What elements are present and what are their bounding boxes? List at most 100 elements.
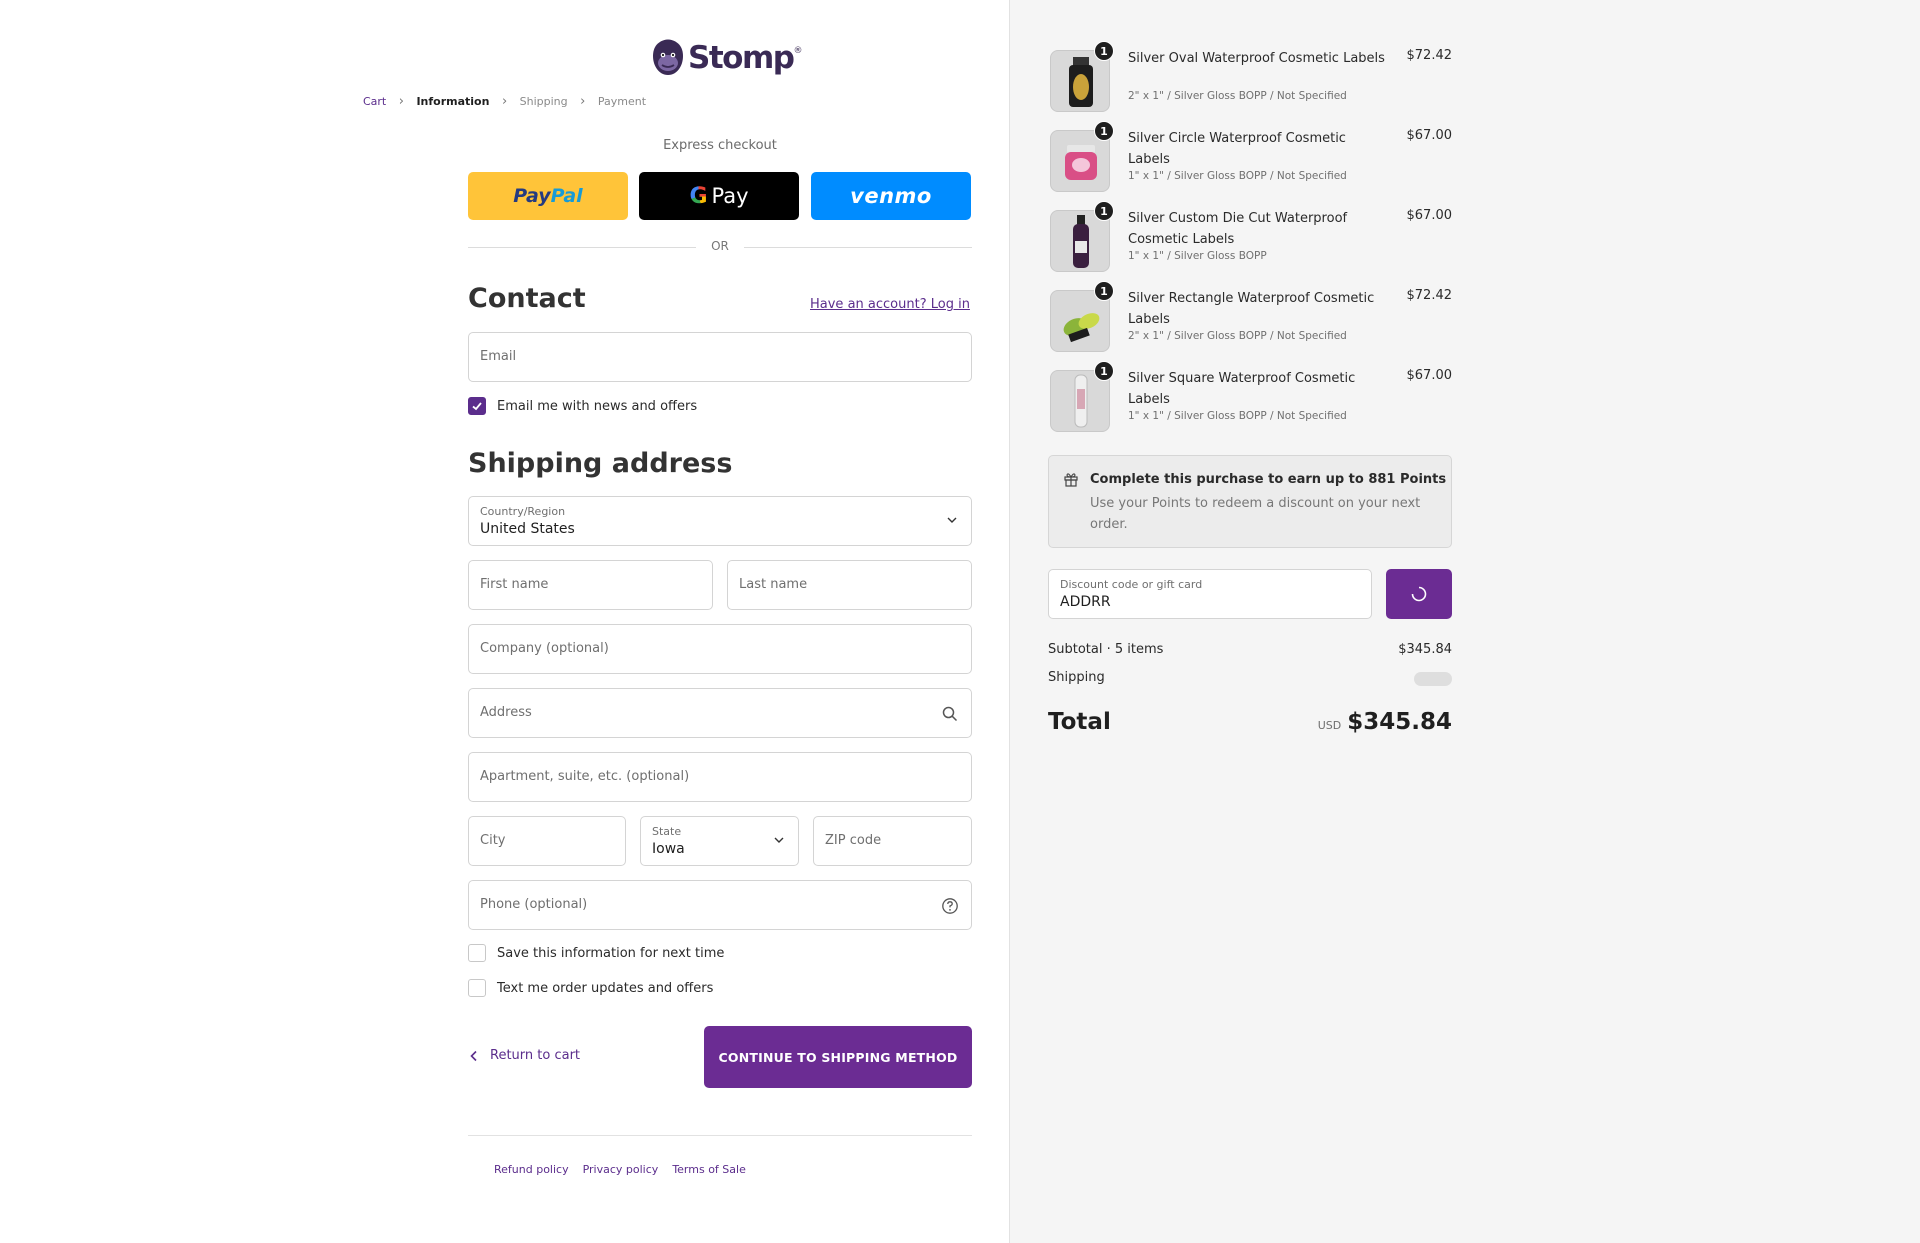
- city-field[interactable]: City: [468, 816, 626, 866]
- item-name: Silver Custom Die Cut Waterproof Cosmeti…: [1128, 211, 1348, 247]
- shipping-loading-placeholder: [1414, 672, 1452, 686]
- state-value: Iowa: [652, 841, 685, 857]
- discount-value: ADDRR: [1060, 594, 1111, 610]
- item-price: $67.00: [1406, 368, 1453, 383]
- discount-label: Discount code or gift card: [1060, 578, 1203, 591]
- total-value: $345.84: [1347, 709, 1452, 735]
- chevron-left-icon: [470, 1050, 477, 1061]
- apartment-field[interactable]: Apartment, suite, etc. (optional): [468, 752, 972, 802]
- total-currency: USD: [1317, 719, 1342, 732]
- email-field[interactable]: Email: [468, 332, 972, 382]
- first-name-field[interactable]: First name: [468, 560, 713, 610]
- sms-row[interactable]: Text me order updates and offers: [468, 979, 713, 997]
- help-circle-icon[interactable]: [941, 897, 959, 915]
- checkmark-icon: [472, 402, 482, 411]
- address-field[interactable]: Address: [468, 688, 972, 738]
- save-info-row[interactable]: Save this information for next time: [468, 944, 724, 962]
- item-variant: 1" x 1" / Silver Gloss BOPP / Not Specif…: [1128, 410, 1347, 422]
- quantity-badge: 1: [1094, 281, 1114, 301]
- item-variant: 2" x 1" / Silver Gloss BOPP / Not Specif…: [1128, 90, 1347, 102]
- venmo-button[interactable]: venmo: [811, 172, 971, 220]
- breadcrumb-information: Information: [416, 95, 490, 108]
- subtotal-row: Subtotal · 5 items $345.84: [1048, 642, 1452, 657]
- quantity-badge: 1: [1094, 361, 1114, 381]
- item-name: Silver Oval Waterproof Cosmetic Labels: [1128, 51, 1385, 66]
- shipping-address-heading: Shipping address: [468, 448, 733, 479]
- newsletter-checkbox-row[interactable]: Email me with news and offers: [468, 397, 697, 415]
- chevron-right-icon: ›: [580, 94, 586, 109]
- google-pay-button[interactable]: G Pay: [639, 172, 799, 220]
- points-banner: Complete this purchase to earn up to 881…: [1048, 455, 1452, 548]
- save-info-checkbox[interactable]: [468, 944, 486, 962]
- shipping-label: Shipping: [1048, 670, 1105, 685]
- sms-label: Text me order updates and offers: [497, 980, 714, 996]
- sms-checkbox[interactable]: [468, 979, 486, 997]
- paypal-logo-pal: Pal: [550, 185, 583, 207]
- address-placeholder: Address: [480, 705, 532, 720]
- breadcrumb-cart[interactable]: Cart: [363, 95, 386, 108]
- return-to-cart-label: Return to cart: [490, 1048, 581, 1063]
- store-logo[interactable]: Stomp ®: [650, 36, 802, 80]
- subtotal-value: $345.84: [1398, 642, 1452, 657]
- paypal-button[interactable]: PayPal: [468, 172, 628, 220]
- item-name: Silver Circle Waterproof Cosmetic Labels: [1128, 131, 1346, 167]
- breadcrumb: Cart › Information › Shipping › Payment: [0, 94, 1009, 109]
- continue-label: CONTINUE TO SHIPPING METHOD: [718, 1049, 958, 1065]
- chevron-down-icon: [774, 837, 784, 843]
- footer-divider: [468, 1135, 972, 1136]
- country-value: United States: [480, 521, 575, 537]
- search-icon[interactable]: [941, 705, 959, 723]
- line-item: 1 Silver Circle Waterproof Cosmetic Labe…: [1048, 121, 1453, 198]
- company-field[interactable]: Company (optional): [468, 624, 972, 674]
- state-select[interactable]: State Iowa: [640, 816, 799, 866]
- item-price: $72.42: [1406, 48, 1453, 63]
- apply-discount-button[interactable]: [1386, 569, 1452, 619]
- zip-field[interactable]: ZIP code: [813, 816, 972, 866]
- state-label: State: [652, 825, 682, 838]
- item-name: Silver Rectangle Waterproof Cosmetic Lab…: [1128, 291, 1375, 327]
- item-price: $67.00: [1406, 208, 1453, 223]
- terms-of-sale-link[interactable]: Terms of Sale: [672, 1163, 746, 1176]
- chevron-right-icon: ›: [398, 94, 404, 109]
- breadcrumb-payment: Payment: [597, 95, 647, 108]
- email-placeholder: Email: [480, 349, 517, 364]
- line-item: 1 Silver Rectangle Waterproof Cosmetic L…: [1048, 281, 1453, 358]
- first-name-placeholder: First name: [480, 577, 549, 592]
- line-item: 1 Silver Square Waterproof Cosmetic Labe…: [1048, 361, 1453, 438]
- line-item: 1 Silver Custom Die Cut Waterproof Cosme…: [1048, 201, 1453, 278]
- paypal-logo: PayPal: [513, 185, 582, 207]
- newsletter-checkbox[interactable]: [468, 397, 486, 415]
- item-variant: 2" x 1" / Silver Gloss BOPP / Not Specif…: [1128, 330, 1347, 342]
- phone-placeholder: Phone (optional): [480, 897, 588, 912]
- item-price: $72.42: [1406, 288, 1453, 303]
- line-item: 1 Silver Oval Waterproof Cosmetic Labels…: [1048, 41, 1453, 118]
- refund-policy-link[interactable]: Refund policy: [494, 1163, 569, 1176]
- item-price: $67.00: [1406, 128, 1453, 143]
- login-link[interactable]: Have an account? Log in: [810, 297, 970, 312]
- privacy-policy-link[interactable]: Privacy policy: [583, 1163, 659, 1176]
- phone-field[interactable]: Phone (optional): [468, 880, 972, 930]
- venmo-logo: venmo: [850, 184, 932, 208]
- newsletter-label: Email me with news and offers: [497, 398, 698, 414]
- quantity-badge: 1: [1094, 121, 1114, 141]
- chevron-down-icon: [947, 517, 957, 523]
- gorilla-logo-icon: [653, 39, 683, 75]
- paypal-logo-pay: Pay: [513, 185, 551, 207]
- apartment-placeholder: Apartment, suite, etc. (optional): [480, 769, 690, 784]
- return-to-cart-link[interactable]: Return to cart: [468, 1048, 580, 1063]
- or-label: OR: [711, 239, 729, 253]
- item-name: Silver Square Waterproof Cosmetic Labels: [1128, 371, 1356, 407]
- discount-code-field[interactable]: Discount code or gift card ADDRR: [1048, 569, 1372, 619]
- gift-icon: [1064, 473, 1078, 487]
- chevron-right-icon: ›: [501, 94, 508, 109]
- country-select[interactable]: Country/Region United States: [468, 496, 972, 546]
- country-label: Country/Region: [480, 505, 566, 518]
- company-placeholder: Company (optional): [480, 641, 609, 656]
- last-name-field[interactable]: Last name: [727, 560, 972, 610]
- google-pay-logo: G Pay: [689, 184, 748, 209]
- city-placeholder: City: [480, 833, 506, 848]
- continue-to-shipping-button[interactable]: CONTINUE TO SHIPPING METHOD: [704, 1026, 972, 1088]
- google-g-icon: G: [689, 183, 708, 209]
- quantity-badge: 1: [1094, 41, 1114, 61]
- item-variant: 1" x 1" / Silver Gloss BOPP / Not Specif…: [1128, 170, 1347, 182]
